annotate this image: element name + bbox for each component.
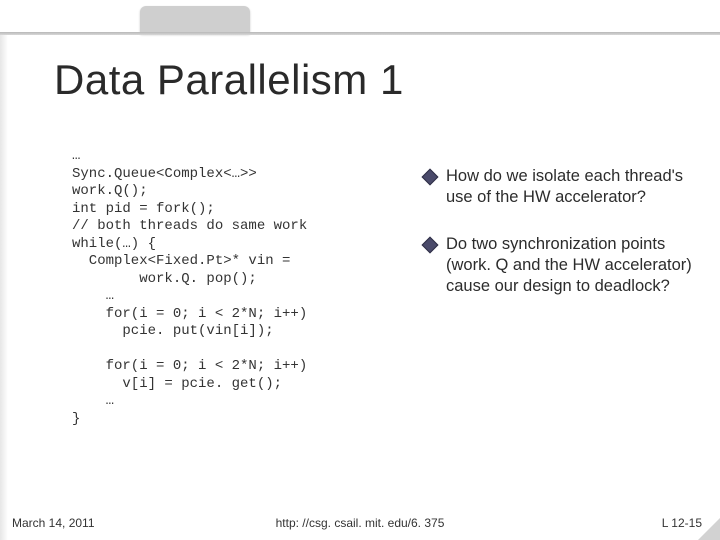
bullet-item: Do two synchronization points (work. Q a… xyxy=(424,234,694,297)
footer-page: L 12-15 xyxy=(662,516,702,530)
page-curl-icon xyxy=(698,518,720,540)
code-block: … Sync.Queue<Complex<…>> work.Q(); int p… xyxy=(72,148,412,428)
bullet-item: How do we isolate each thread's use of t… xyxy=(424,166,694,208)
slide-title: Data Parallelism 1 xyxy=(54,56,404,104)
slide-header-decoration xyxy=(0,0,720,36)
left-edge-shadow xyxy=(0,35,8,540)
footer-url: http: //csg. csail. mit. edu/6. 375 xyxy=(0,516,720,530)
diamond-bullet-icon xyxy=(422,169,439,186)
bullet-text: How do we isolate each thread's use of t… xyxy=(446,166,694,208)
bullet-text: Do two synchronization points (work. Q a… xyxy=(446,234,694,297)
diamond-bullet-icon xyxy=(422,237,439,254)
slide: Data Parallelism 1 … Sync.Queue<Complex<… xyxy=(0,0,720,540)
bullet-list: How do we isolate each thread's use of t… xyxy=(424,166,694,324)
header-tab-decoration xyxy=(140,6,250,34)
